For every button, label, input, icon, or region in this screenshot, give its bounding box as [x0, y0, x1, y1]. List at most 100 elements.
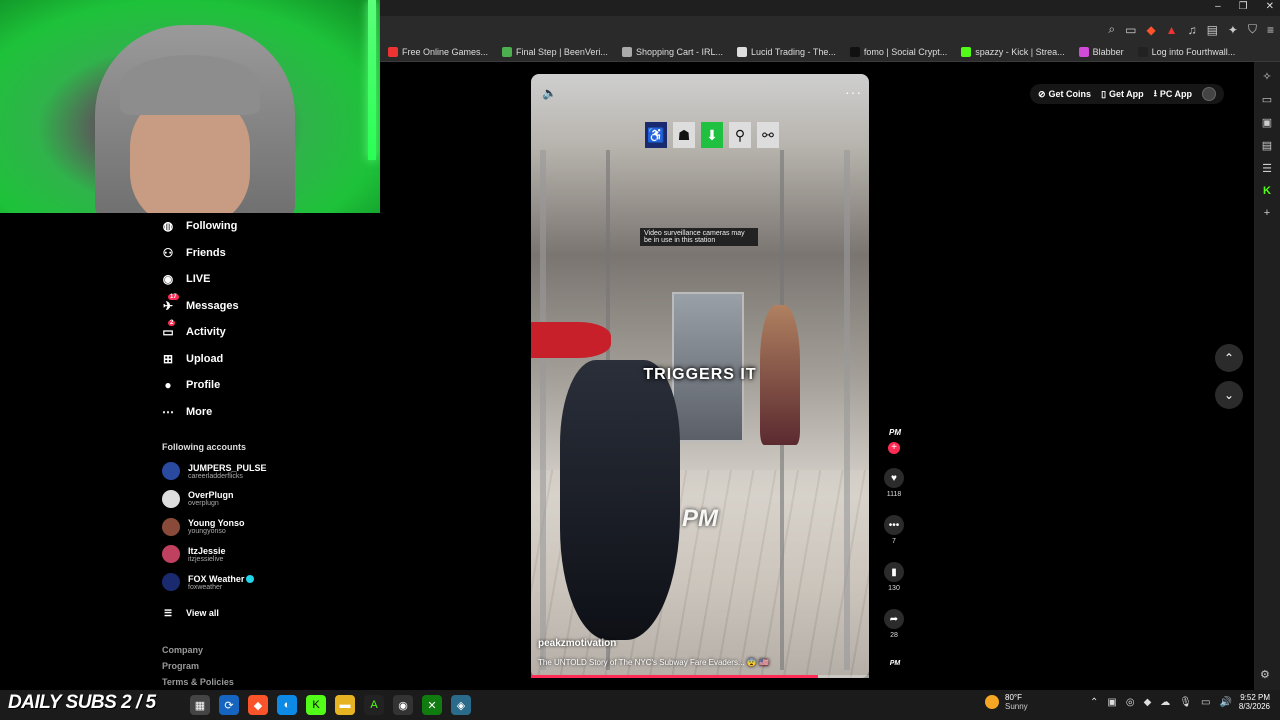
tray-chevron-icon[interactable]: ⌃ — [1090, 697, 1098, 708]
menu-icon[interactable]: ≡ — [1267, 23, 1274, 37]
footer-terms[interactable]: Terms & Policies — [162, 677, 234, 687]
sidebar-item-profile[interactable]: ● Profile — [160, 377, 220, 393]
edge-icon[interactable]: ◐ — [277, 695, 297, 715]
get-coins-button[interactable]: ⊘ Get Coins — [1038, 89, 1091, 100]
tray-app-icon[interactable]: ▣ — [1107, 697, 1116, 708]
sidebar-item-activity[interactable]: ▭ 2 Activity — [160, 320, 226, 340]
bookmark-label: Blabber — [1092, 46, 1124, 57]
person-icon: ☗ — [673, 122, 695, 148]
save-action[interactable]: ▮ 130 — [876, 562, 912, 592]
microphone-icon[interactable]: 🎙 — [1179, 697, 1192, 708]
obs-icon[interactable]: ◉ — [393, 695, 413, 715]
brave-shield-icon[interactable]: ◆ — [1146, 23, 1155, 37]
chevron-down-icon: ⌄ — [1223, 388, 1235, 402]
sidebar-item-label: More — [186, 405, 213, 418]
bookmark-item[interactable]: fomo | Social Crypt... — [849, 46, 947, 57]
comment-action[interactable]: ••• 7 — [876, 515, 912, 545]
zoom-icon[interactable]: ⌕ — [1108, 22, 1115, 37]
extensions-icon[interactable]: ✦ — [1228, 23, 1238, 37]
leo-icon[interactable]: ✧ — [1262, 70, 1271, 83]
bookmark-item[interactable]: Lucid Trading - The... — [736, 46, 836, 57]
get-coins-label: Get Coins — [1048, 89, 1092, 99]
following-account[interactable]: FOX Weather foxweather — [162, 573, 255, 592]
comment-icon[interactable]: ••• — [884, 515, 904, 535]
video-more-icon[interactable]: ··· — [845, 84, 862, 100]
tray-app-icon-2[interactable]: ◎ — [1126, 697, 1135, 708]
view-all-button[interactable]: ☰ View all — [160, 605, 219, 621]
xbox-icon[interactable]: ✕ — [422, 695, 442, 715]
app-icon[interactable]: ⟳ — [219, 695, 239, 715]
brave-icon[interactable]: ◆ — [248, 695, 268, 715]
add-panel-icon[interactable]: + — [1264, 207, 1270, 219]
tray-app-icon-3[interactable]: ◆ — [1144, 697, 1152, 708]
following-account[interactable]: Young Yonso youngyonso — [162, 517, 245, 536]
app-icon-2[interactable]: ◈ — [451, 695, 471, 715]
bookmark-item[interactable]: Final Step | BeenVeri... — [502, 46, 608, 57]
clock[interactable]: 9:52 PM 8/3/2026 — [1226, 693, 1270, 711]
volume-icon[interactable]: 🔈 — [542, 86, 557, 100]
stroller-icon: ⚲ — [729, 122, 751, 148]
sidebar-item-live[interactable]: ◉ LIVE — [160, 271, 211, 287]
music-icon[interactable]: ♫ — [1188, 23, 1197, 37]
desktop-icon[interactable]: ▦ — [190, 695, 210, 715]
history-icon[interactable]: ☰ — [1262, 162, 1272, 175]
heart-icon[interactable]: ♥ — [884, 468, 904, 488]
following-account[interactable]: ItzJessie itzjessielive — [162, 545, 226, 564]
chevron-up-icon: ⌃ — [1223, 351, 1235, 365]
avatar — [162, 517, 180, 536]
vpn-icon[interactable]: ⛉ — [1248, 22, 1257, 37]
bookmark-item[interactable]: Shopping Cart - IRL... — [621, 46, 723, 57]
following-accounts-title: Following accounts — [162, 442, 247, 452]
minimize-button[interactable]: – — [1215, 1, 1221, 12]
reading-list-icon[interactable]: ▤ — [1262, 139, 1272, 152]
pc-app-button[interactable]: ⭳ PC App — [1154, 86, 1192, 102]
browser-tab-bar — [380, 0, 1280, 16]
share-action[interactable]: ➦ 28 — [876, 609, 912, 639]
music-disc[interactable]: PM — [886, 660, 904, 667]
video-progress-bar[interactable] — [531, 675, 869, 678]
cast-icon[interactable]: ▭ — [1125, 23, 1136, 37]
previous-video-button[interactable]: ⌃ — [1215, 344, 1243, 372]
bookmark-item[interactable]: Free Online Games... — [388, 46, 488, 57]
folder-icon[interactable]: ▬ — [335, 695, 355, 715]
weather-widget[interactable]: 80°F Sunny — [985, 693, 1028, 711]
bookmarks-icon[interactable]: ▣ — [1262, 116, 1272, 129]
sidebar-item-messages[interactable]: ✈ 17 Messages — [160, 293, 239, 314]
sidebar-settings-icon[interactable]: ⚙ — [1260, 668, 1270, 681]
bookmark-item[interactable]: spazzy - Kick | Strea... — [961, 46, 1065, 57]
bookmark-item[interactable]: Blabber — [1078, 46, 1124, 57]
sidebar-item-following[interactable]: ◍ Following — [160, 218, 238, 234]
avatar — [162, 462, 180, 480]
wallet-icon[interactable]: ▤ — [1207, 23, 1218, 37]
comment-count: 7 — [892, 538, 896, 545]
footer-program[interactable]: Program — [162, 661, 199, 671]
sidebar-item-upload[interactable]: ⊞ Upload — [160, 351, 223, 367]
kick-icon[interactable]: K — [1263, 185, 1271, 197]
sidebar-item-label: Activity — [186, 326, 226, 338]
tabs-icon[interactable]: ▭ — [1262, 93, 1272, 106]
following-account[interactable]: OverPlugn overplugn — [162, 489, 234, 508]
close-button[interactable]: ✕ — [1266, 1, 1274, 12]
share-icon[interactable]: ➦ — [884, 609, 904, 629]
user-avatar[interactable] — [1202, 87, 1217, 101]
sidebar-item-more[interactable]: ⋯ More — [160, 404, 212, 420]
bookmark-icon[interactable]: ▮ — [884, 562, 904, 582]
terminal-icon[interactable]: A — [364, 695, 384, 715]
video-author[interactable]: peakzmotivation — [538, 638, 616, 649]
restore-button[interactable]: ❐ — [1239, 1, 1248, 12]
kick-app-icon[interactable]: K — [306, 695, 326, 715]
rewards-icon[interactable]: ▲ — [1166, 23, 1178, 37]
sidebar-item-label: Profile — [186, 379, 221, 391]
following-account[interactable]: JUMPERS_PULSE careerladderflicks — [162, 462, 267, 480]
weather-temp: 80°F — [1005, 693, 1022, 702]
bookmark-item[interactable]: Log into Fourthwall... — [1137, 46, 1235, 57]
coin-icon: ⊘ — [1038, 88, 1046, 99]
footer-company[interactable]: Company — [162, 645, 203, 655]
like-action[interactable]: ♥ 1118 — [876, 468, 912, 498]
profile-icon: ● — [164, 378, 172, 392]
get-app-button[interactable]: ▯ Get App — [1101, 89, 1144, 100]
sidebar-item-friends[interactable]: ⚇ Friends — [160, 245, 226, 261]
network-icon[interactable]: ▭ — [1201, 697, 1210, 708]
next-video-button[interactable]: ⌄ — [1215, 381, 1243, 409]
tray-app-icon-4[interactable]: ☁ — [1160, 697, 1170, 708]
